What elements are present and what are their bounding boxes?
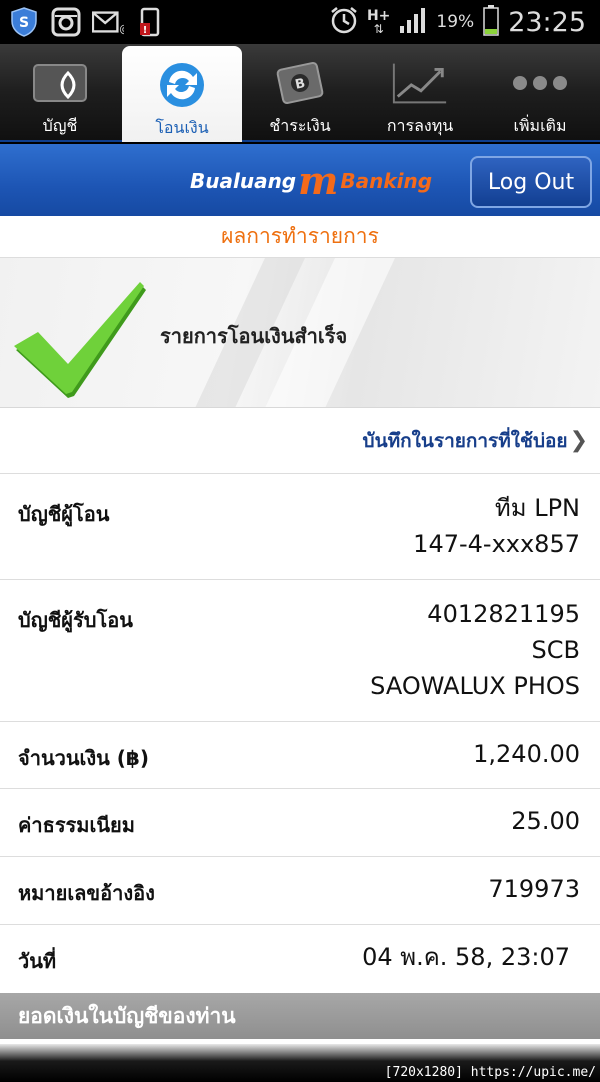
reference-row: หมายเลขอ้างอิง 719973 — [0, 857, 600, 925]
svg-text:!: ! — [143, 25, 148, 36]
app-header: Bualuang m Banking Log Out — [0, 144, 600, 216]
to-account-number: 4012821195 — [427, 600, 580, 628]
success-message: รายการโอนเงินสำเร็จ — [160, 324, 348, 348]
date-row: วันที่ 04 พ.ค. 58, 23:07 — [0, 925, 600, 993]
battery-percent: 19% — [436, 12, 475, 32]
bill-pay-icon: B — [270, 58, 330, 108]
fee-row: ค่าธรรมเนียม 25.00 — [0, 789, 600, 857]
alarm-icon — [329, 5, 359, 39]
to-bank: SCB — [531, 636, 580, 664]
sim-alert-icon: ! — [134, 7, 166, 37]
signal-icon — [398, 6, 428, 38]
svg-text:S: S — [19, 15, 29, 31]
network-icon: H+ ⇅ — [366, 8, 391, 36]
from-account-number: 147-4-xxx857 — [413, 530, 580, 558]
to-account-name: SAOWALUX PHOS — [370, 672, 580, 700]
tab-investment[interactable]: การลงทุน — [360, 44, 480, 140]
svg-text:@: @ — [119, 23, 124, 35]
from-account-row: บัญชีผู้โอน ทีม LPN 147-4-xxx857 — [0, 474, 600, 580]
logout-button[interactable]: Log Out — [470, 156, 592, 208]
transfer-icon — [152, 60, 212, 110]
tab-transfer[interactable]: โอนเงิน — [122, 46, 242, 142]
tab-bill-pay[interactable]: B ชำระเงิน — [240, 44, 360, 140]
save-favorite-link[interactable]: บันทึกในรายการที่ใช้บ่อย ❯ — [0, 408, 600, 474]
watermark: [720x1280] https://upic.me/ — [384, 1065, 596, 1080]
bualuang-mbanking-logo: Bualuang m Banking — [190, 158, 433, 203]
shield-icon: S — [8, 7, 40, 37]
status-bar: S @ ! H+ ⇅ 19% 23:25 — [0, 0, 600, 44]
amount-value: 1,240.00 — [473, 740, 580, 768]
balance-section-header: ยอดเงินในบัญชีของท่าน — [0, 993, 600, 1039]
content-area: ผลการทำรายการ รายการโอนเงินสำเร็จ บันทึก… — [0, 216, 600, 1044]
reference-value: 719973 — [488, 875, 580, 903]
checkmark-icon — [12, 280, 152, 404]
wallet-icon — [30, 58, 90, 108]
tab-accounts[interactable]: บัญชี — [0, 44, 120, 140]
chevron-right-icon: ❯ — [569, 428, 588, 453]
tab-bar: บัญชี โอนเงิน B ชำระเงิน การลงทุน เพิ่มเ… — [0, 44, 600, 142]
chart-icon — [390, 58, 450, 108]
from-name: ทีม LPN — [494, 494, 580, 522]
success-banner: รายการโอนเงินสำเร็จ — [0, 258, 600, 408]
footer-bar: [720x1280] https://upic.me/ — [0, 1044, 600, 1082]
fee-value: 25.00 — [511, 807, 580, 835]
to-account-row: บัญชีผู้รับโอน 4012821195 SCB SAOWALUX P… — [0, 580, 600, 722]
page-title: ผลการทำรายการ — [0, 216, 600, 258]
amount-row: จำนวนเงิน (฿) 1,240.00 — [0, 722, 600, 789]
battery-icon — [482, 4, 500, 40]
more-icon — [510, 58, 570, 108]
clock: 23:25 — [508, 6, 586, 38]
instagram-icon — [50, 7, 82, 37]
date-value: 04 พ.ค. 58, 23:07 — [362, 943, 570, 971]
tab-more[interactable]: เพิ่มเติม — [480, 44, 600, 140]
mail-icon: @ — [92, 7, 124, 37]
